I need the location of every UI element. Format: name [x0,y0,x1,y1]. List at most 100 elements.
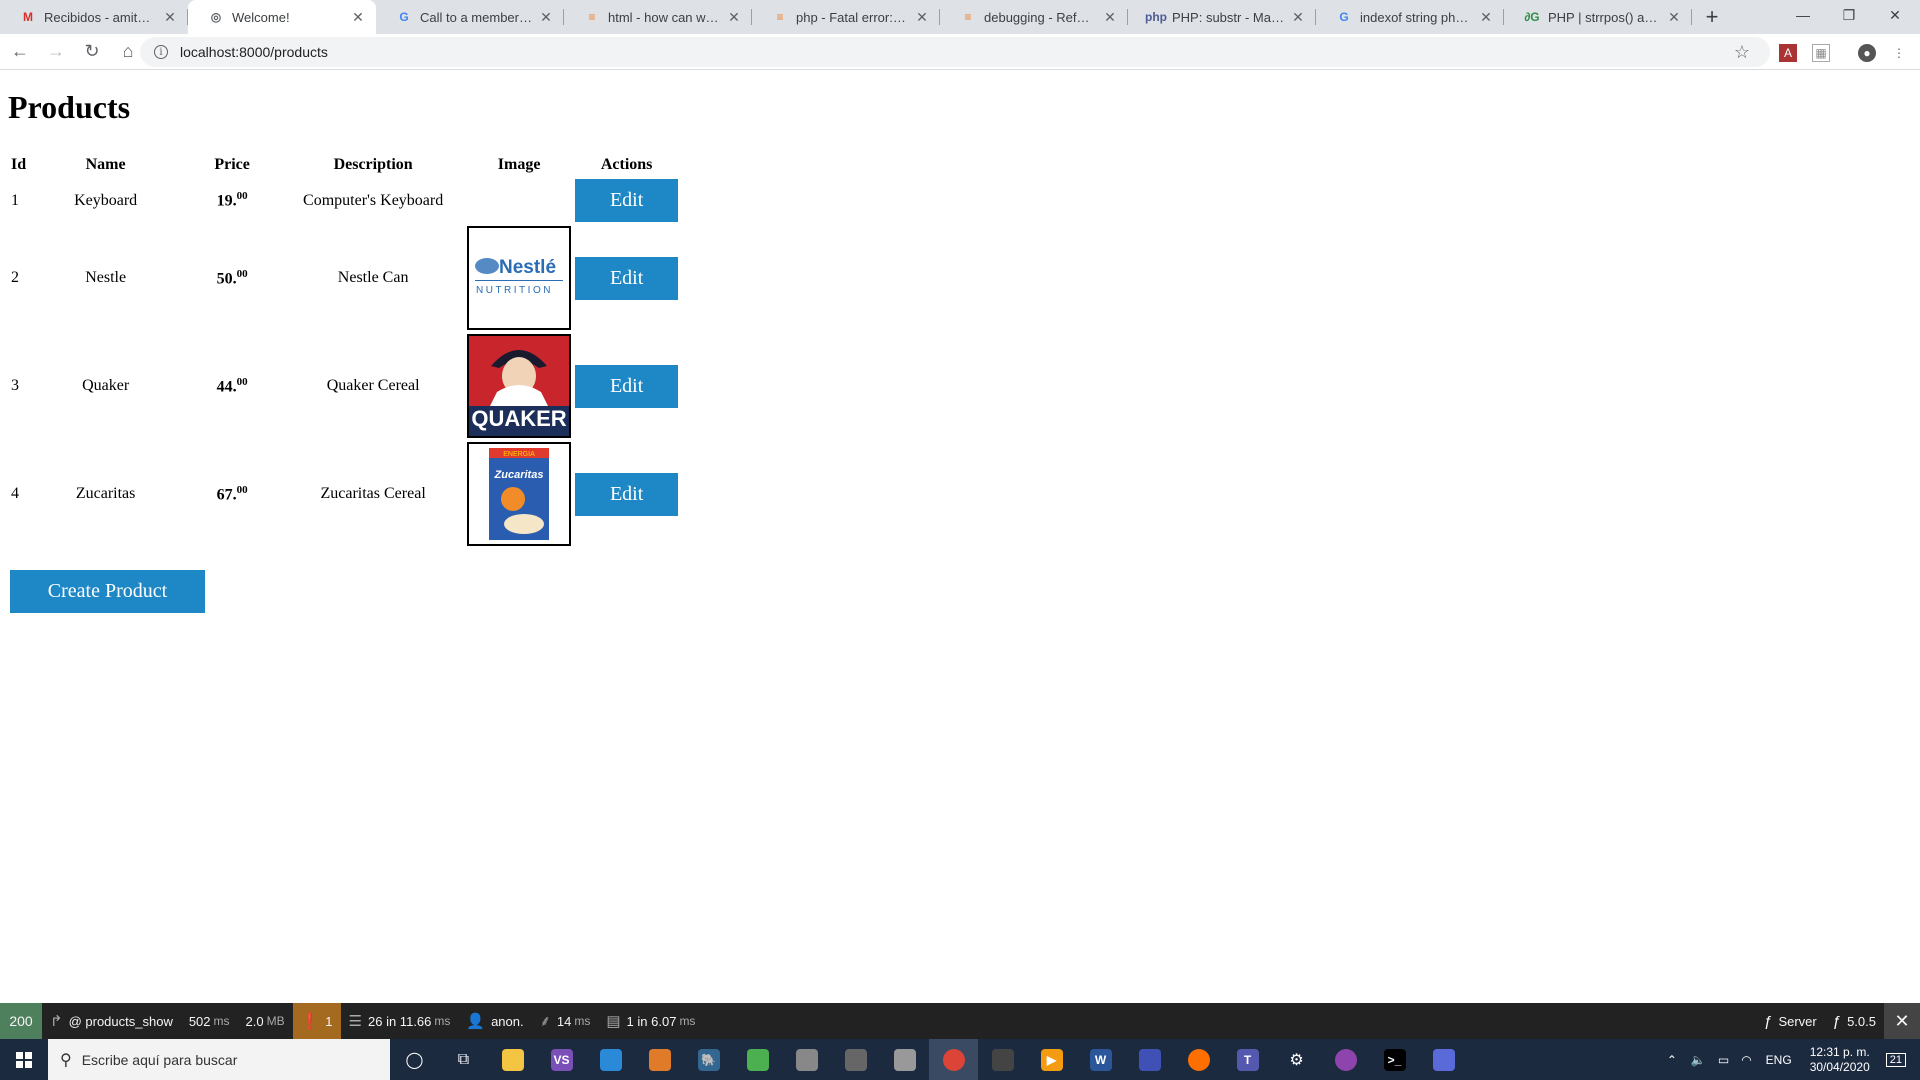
cache-time-unit: ms [679,1014,696,1028]
symfony-version-block[interactable]: ƒ 5.0.5 [1825,1003,1884,1039]
nestle-logo-image: Nestlé NUTRITION [467,226,572,330]
browser-tab[interactable]: ≡ php - Fatal error: Call to ✕ [752,0,940,34]
notification-center-icon[interactable]: 21 [1885,1052,1906,1067]
cell-id: 2 [11,269,19,286]
cell-image: QUAKER [466,333,572,439]
memory-block[interactable]: 2.0 MB [238,1003,293,1039]
table-row: 3 Quaker 44.00 Quaker Cereal QUAKER Edit [10,333,679,439]
close-tab-icon[interactable]: ✕ [1666,9,1682,26]
wifi-icon[interactable]: ◠ [1741,1053,1751,1067]
logs-block[interactable]: ❗ 1 [292,1003,341,1039]
zucaritas-box-image: ENERGIA Zucaritas [467,442,572,546]
word-icon[interactable]: W [1076,1039,1125,1080]
settings-gear-icon[interactable]: ⚙ [1272,1039,1321,1080]
new-tab-button[interactable]: + [1692,0,1732,34]
app-icon[interactable] [635,1039,684,1080]
minimize-button[interactable]: — [1780,0,1826,30]
close-tab-icon[interactable]: ✕ [1478,9,1494,26]
edit-button[interactable]: Edit [575,179,679,222]
close-tab-icon[interactable]: ✕ [1290,9,1306,26]
file-explorer-icon[interactable] [488,1039,537,1080]
app-icon[interactable] [1174,1039,1223,1080]
close-tab-icon[interactable]: ✕ [914,9,930,26]
back-button[interactable]: ← [4,36,36,68]
cache-count: 1 [626,1013,634,1029]
profile-avatar[interactable]: ● [1858,44,1876,62]
cell-name: Keyboard [74,191,138,209]
browser-tab[interactable]: ◎ Welcome! ✕ [188,0,376,34]
app-icon[interactable] [1419,1039,1468,1080]
app-icon[interactable] [1321,1039,1370,1080]
server-block[interactable]: ƒ Server [1756,1003,1825,1039]
close-tab-icon[interactable]: ✕ [1102,9,1118,26]
debug-toolbar: 200 ↱ @ products_show 502 ms 2.0 MB ❗ 1 … [0,1003,1920,1039]
cache-block[interactable]: ▤ 1 in 6.07 ms [598,1003,703,1039]
terminal-icon[interactable]: >_ [1370,1039,1419,1080]
app-icon[interactable] [586,1039,635,1080]
server-label: Server [1778,1013,1817,1029]
volume-icon[interactable]: 🔈 [1691,1053,1706,1067]
browser-toolbar: ← → ↻ ⌂ i localhost:8000/products ☆ [0,34,1920,70]
address-bar[interactable]: i localhost:8000/products ☆ [140,37,1770,67]
app-icon[interactable] [1125,1039,1174,1080]
browser-tab[interactable]: ∂G PHP | strrpos() and strr ✕ [1504,0,1692,34]
restore-button[interactable]: ❐ [1826,0,1872,30]
language-indicator[interactable]: ENG [1766,1053,1792,1067]
close-window-button[interactable]: ✕ [1872,0,1918,30]
create-product-button[interactable]: Create Product [10,570,205,613]
time-block[interactable]: 502 ms [181,1003,238,1039]
cell-description: Nestle Can [337,269,409,286]
windows-start-icon[interactable] [0,1039,48,1080]
windows-taskbar: ⚲ Escribe aquí para buscar ◯ ⧉ VS 🐘 ▶ W … [0,1039,1920,1080]
app-icon[interactable] [733,1039,782,1080]
security-block[interactable]: 👤 anon. [458,1003,531,1039]
twig-block[interactable]: ⸙ 14 ms [532,1003,599,1039]
close-toolbar-icon[interactable]: ✕ [1884,1003,1920,1039]
edit-button[interactable]: Edit [575,256,679,300]
tab-title: php - Fatal error: Call to [796,9,908,25]
cell-actions: Edit [574,333,679,439]
status-code-badge[interactable]: 200 [0,1003,42,1039]
clock[interactable]: 12:31 p. m. 30/04/2020 [1810,1045,1870,1075]
menu-kebab-icon[interactable]: ⋮ [1890,44,1908,62]
route-block[interactable]: ↱ @ products_show [42,1003,181,1039]
taskbar-search-input[interactable]: ⚲ Escribe aquí para buscar [48,1039,390,1080]
browser-tab[interactable]: php PHP: substr - Manual ✕ [1128,0,1316,34]
chrome-icon[interactable] [929,1039,978,1080]
site-info-icon[interactable]: i [154,45,168,59]
close-tab-icon[interactable]: ✕ [350,9,366,26]
price-integer: 44. [216,378,237,396]
app-icon[interactable] [782,1039,831,1080]
app-icon[interactable] [831,1039,880,1080]
close-tab-icon[interactable]: ✕ [726,9,742,26]
browser-tab[interactable]: Gindexof string php - Bu ✕ [1316,0,1504,34]
forward-button[interactable]: → [40,36,72,68]
close-tab-icon[interactable]: ✕ [162,9,178,26]
price-decimals: 00 [236,483,248,496]
close-tab-icon[interactable]: ✕ [538,9,554,26]
postgres-icon[interactable]: 🐘 [684,1039,733,1080]
media-icon[interactable]: ▶ [1027,1039,1076,1080]
extension-icon[interactable]: ▦ [1812,44,1830,62]
battery-icon[interactable]: ▭ [1718,1053,1729,1067]
teams-icon[interactable]: T [1223,1039,1272,1080]
browser-tab[interactable]: ≡ debugging - Reference ✕ [940,0,1128,34]
task-view-icon[interactable]: ⧉ [439,1039,488,1080]
edit-button[interactable]: Edit [575,364,679,408]
visual-studio-icon[interactable]: VS [537,1039,586,1080]
request-time-unit: ms [213,1014,230,1028]
doctrine-block[interactable]: ☰ 26 in 11.66 ms [341,1003,459,1039]
cortana-icon[interactable]: ◯ [390,1039,439,1080]
search-icon: ⚲ [60,1051,72,1069]
app-icon[interactable] [978,1039,1027,1080]
browser-tab[interactable]: ≡ html - how can we mak ✕ [564,0,752,34]
show-hidden-icons-icon[interactable]: ⌃ [1667,1053,1677,1067]
browser-tab[interactable]: M Recibidos - amitaypb@ ✕ [0,0,188,34]
edit-button[interactable]: Edit [575,472,679,516]
pdf-extension-icon[interactable]: A [1779,44,1797,62]
bookmark-star-icon[interactable]: ☆ [1734,42,1750,63]
price-decimals: 00 [236,190,248,203]
reload-button[interactable]: ↻ [76,36,108,68]
app-icon[interactable] [880,1039,929,1080]
browser-tab[interactable]: G Call to a member functi ✕ [376,0,564,34]
